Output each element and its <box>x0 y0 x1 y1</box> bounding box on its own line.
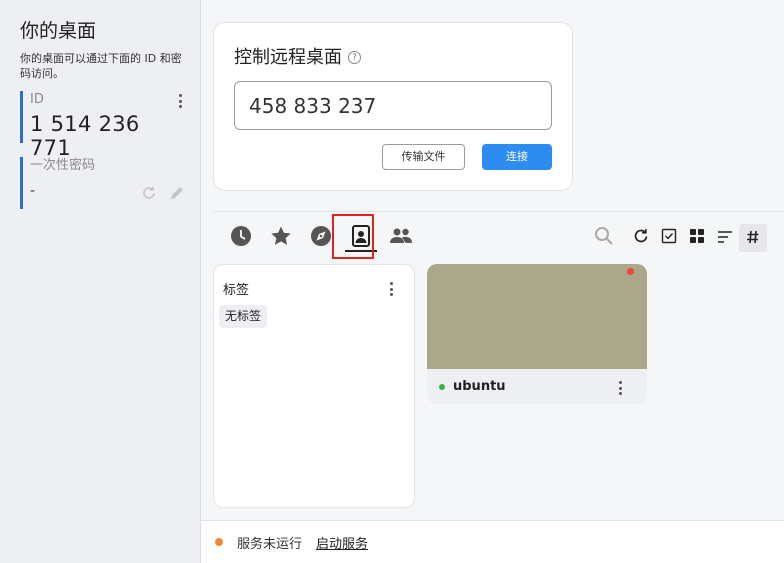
peer-toolbar <box>589 220 767 256</box>
search-button[interactable] <box>589 224 619 252</box>
group-icon <box>389 226 413 250</box>
refresh-button[interactable] <box>627 224 655 252</box>
transfer-file-button[interactable]: 传输文件 <box>382 144 465 170</box>
password-block: 一次性密码 - <box>20 157 185 209</box>
peer-tabs <box>221 220 421 256</box>
star-icon <box>270 225 292 251</box>
main-area: 控制远程桌面 ? 传输文件 连接 <box>201 0 784 563</box>
connect-button[interactable]: 连接 <box>482 144 552 170</box>
remote-title: 控制远程桌面 <box>234 47 342 68</box>
tag-filter-button[interactable] <box>739 224 767 252</box>
tab-group[interactable] <box>381 220 421 256</box>
sidebar: 你的桌面 你的桌面可以通过下面的 ID 和密码访问。 ID 1 514 236 … <box>0 0 201 563</box>
id-block: ID 1 514 236 771 <box>20 91 185 160</box>
status-dot <box>215 538 223 546</box>
peer-menu-icon[interactable] <box>615 380 625 396</box>
tab-recent[interactable] <box>221 220 261 256</box>
status-bar: 服务未运行 启动服务 <box>201 520 784 563</box>
peer-name: ubuntu <box>453 379 506 394</box>
start-service-link[interactable]: 启动服务 <box>316 533 368 552</box>
sort-icon <box>717 229 733 248</box>
grid-view-icon <box>689 228 705 248</box>
tab-discovered[interactable] <box>301 220 341 256</box>
tags-title: 标签 <box>223 283 250 298</box>
refresh-icon <box>633 228 649 248</box>
checkbox-icon <box>661 228 677 248</box>
sort-button[interactable] <box>711 224 739 252</box>
peer-alert-dot <box>627 268 634 275</box>
grid-view-button[interactable] <box>683 224 711 252</box>
help-icon[interactable]: ? <box>348 51 361 64</box>
tags-menu-icon[interactable] <box>386 281 396 297</box>
peer-online-dot <box>439 383 445 390</box>
id-label: ID <box>30 92 44 107</box>
refresh-password-icon[interactable] <box>141 185 157 205</box>
status-text: 服务未运行 <box>237 536 303 552</box>
hash-icon <box>746 229 760 248</box>
id-value[interactable]: 1 514 236 771 <box>30 112 185 160</box>
divider <box>213 211 784 212</box>
tab-address-book[interactable] <box>341 220 381 256</box>
compass-icon <box>310 225 332 251</box>
remote-id-input[interactable] <box>234 81 552 130</box>
peer-card[interactable]: ubuntu <box>427 264 647 404</box>
edit-password-icon[interactable] <box>169 185 185 205</box>
tag-chip-untagged[interactable]: 无标签 <box>219 305 268 328</box>
sidebar-title: 你的桌面 <box>20 20 97 42</box>
history-icon <box>230 225 252 251</box>
tab-favorites[interactable] <box>261 220 301 256</box>
select-button[interactable] <box>655 224 683 252</box>
tags-panel: 标签 无标签 <box>213 264 415 508</box>
search-icon <box>594 226 614 250</box>
id-menu-icon[interactable] <box>175 93 185 109</box>
remote-control-card: 控制远程桌面 ? 传输文件 连接 <box>213 22 573 191</box>
password-label: 一次性密码 <box>30 158 96 173</box>
address-book-icon <box>351 225 371 251</box>
peer-thumbnail[interactable] <box>427 264 647 369</box>
sidebar-description: 你的桌面可以通过下面的 ID 和密码访问。 <box>20 52 182 80</box>
